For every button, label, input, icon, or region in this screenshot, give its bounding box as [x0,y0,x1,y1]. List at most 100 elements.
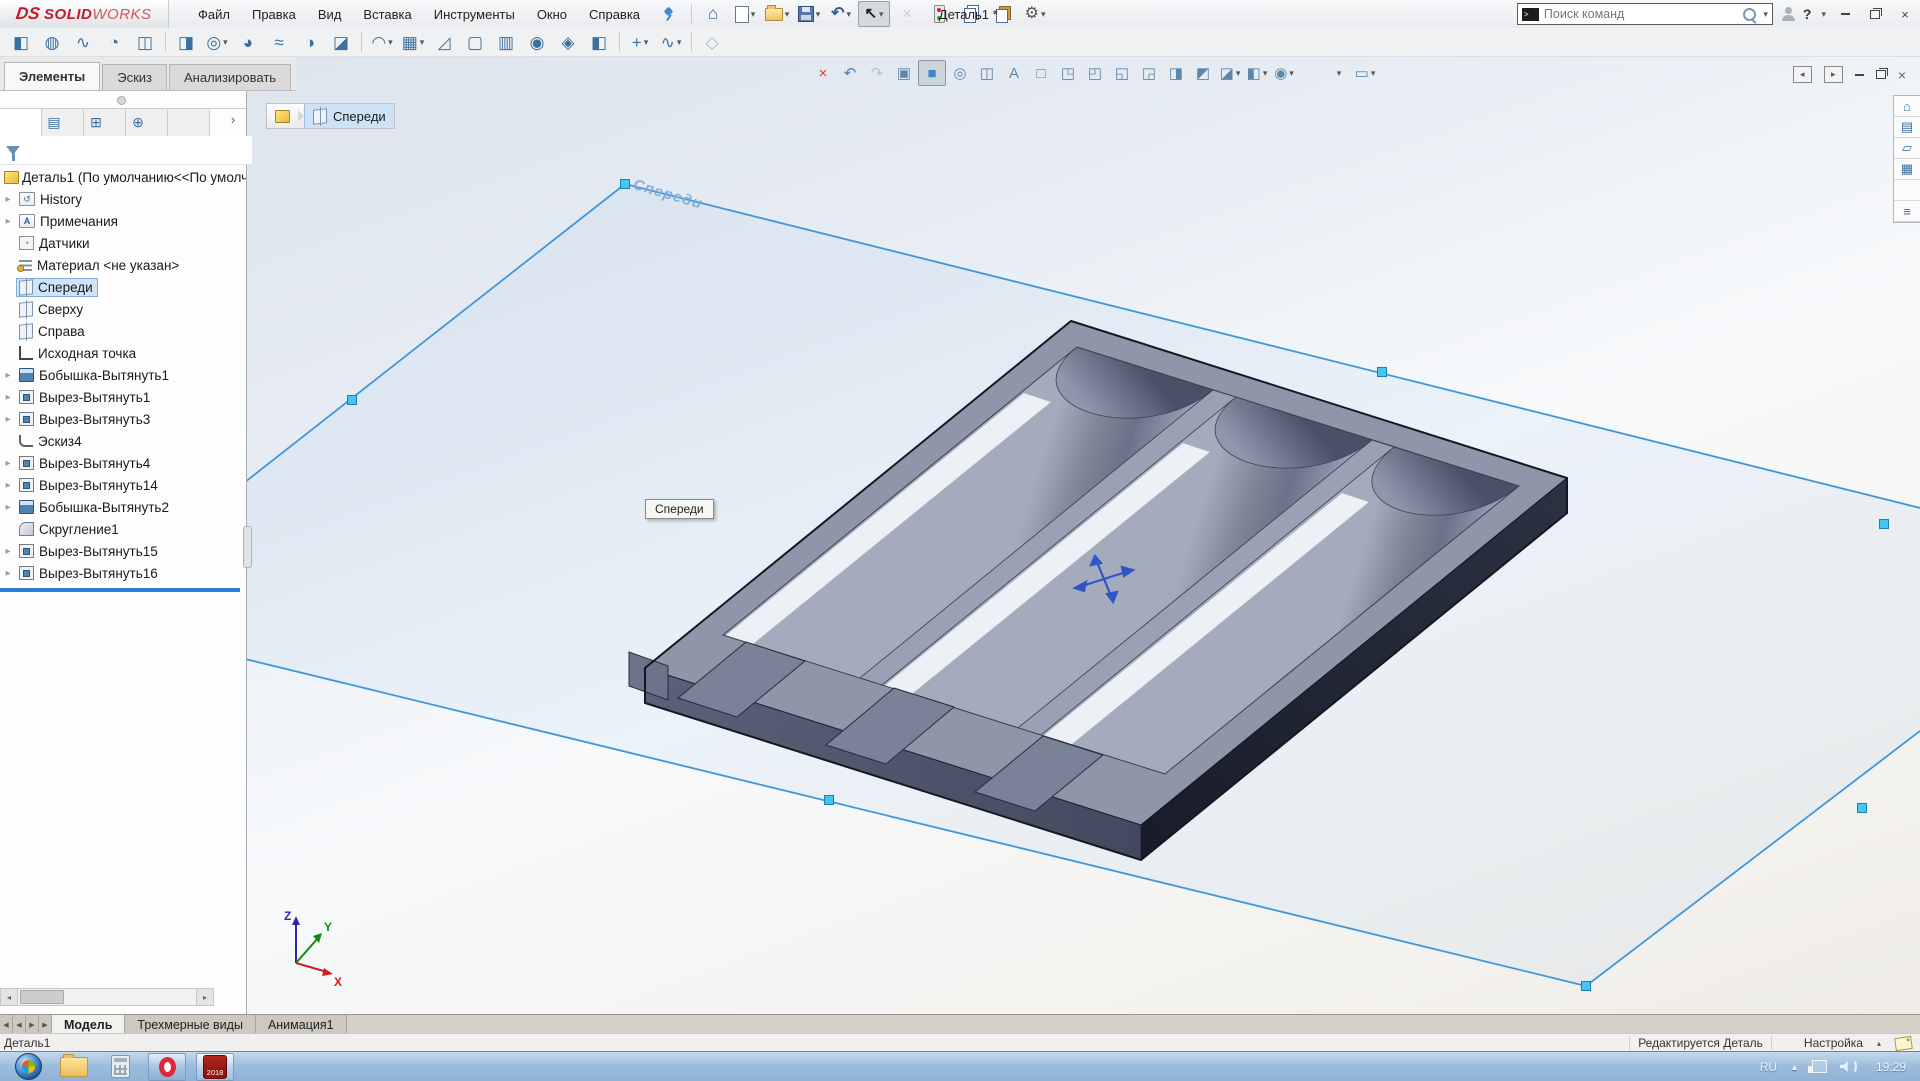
tree-item-annotations[interactable]: ▸ Примечания [0,210,246,232]
shaded-cube-icon[interactable]: ■▾ [918,60,946,86]
home-button[interactable]: ▾ [698,2,728,26]
tree-item-right-plane[interactable]: ▸ Справа [0,320,246,342]
graphics-area[interactable] [0,56,1920,1014]
tab-nav-prev[interactable]: ◀ [13,1015,26,1034]
tab-animation1[interactable]: Анимация1 [256,1015,347,1034]
tree-item-material[interactable]: ▸ Материал <не указан> [0,254,246,276]
view-left-icon[interactable]: ◰▾ [1082,61,1108,85]
scroll-left-icon[interactable]: ◂ [1,989,18,1005]
taskbar-calculator-icon[interactable] [102,1054,138,1080]
tab-3d-views[interactable]: Трехмерные виды [125,1015,256,1034]
view-right-icon[interactable]: ◱▾ [1109,61,1135,85]
taskpane-home-icon[interactable]: ⌂ [1894,96,1920,117]
tab-dimxpertmanager[interactable]: ⊕ [126,109,168,136]
minimize-button[interactable] [1834,5,1856,23]
extruded-boss-icon[interactable]: ◧▾ [6,30,36,54]
tree-item-cut-extrude1[interactable]: ▸ Вырез-Вытянуть1 [0,386,246,408]
restore-button[interactable] [1864,5,1886,23]
panel-splitter-handle[interactable] [117,96,126,105]
select-button[interactable]: ▾ [858,1,890,27]
expand-arrow-icon[interactable]: ▸ [0,458,16,469]
tree-item-cut-extrude3[interactable]: ▸ Вырез-Вытянуть3 [0,408,246,430]
dropdown-arrow-icon[interactable]: ▾ [223,37,228,48]
intersect-icon[interactable]: ◈▾ [553,30,583,54]
collapse-right-icon[interactable]: ▸ [1824,66,1843,83]
undo-button[interactable]: ▾ [826,2,856,26]
search-icon[interactable] [1743,8,1756,21]
breadcrumb-plane[interactable]: Спереди [304,104,394,128]
dropdown-arrow-icon[interactable]: ▾ [1041,9,1046,20]
scrollbar-thumb[interactable] [20,990,64,1004]
breadcrumb-part[interactable] [267,104,298,128]
expand-arrow-icon[interactable]: ▸ [0,216,16,227]
tree-item-cut-extrude16[interactable]: ▸ Вырез-Вытянуть16 [0,562,246,584]
tree-item-front-plane[interactable]: ▸ Спереди [0,276,246,298]
fillet-icon[interactable]: ◠▾ [367,30,397,54]
pin-menu-icon[interactable] [661,7,675,21]
tab-nav-next[interactable]: ▶ [26,1015,39,1034]
expand-arrow-icon[interactable]: ▸ [0,392,16,403]
draft-icon[interactable]: ◿▾ [429,30,459,54]
dropdown-arrow-icon[interactable]: ▾ [1371,68,1376,79]
annotation-view-icon[interactable]: A▾ [1001,61,1027,85]
scroll-right-icon[interactable]: ▸ [196,989,213,1005]
tab-nav-first[interactable]: ◀ [0,1015,13,1034]
taskpane-custom-properties-icon[interactable]: ≡ [1894,201,1920,222]
tree-item-origin[interactable]: ▸ Исходная точка [0,342,246,364]
tab-featuremanager[interactable] [0,109,42,136]
expand-arrow-icon[interactable]: ▸ [0,546,16,557]
menu-tools[interactable]: Инструменты [423,0,526,28]
panel-resize-grip[interactable] [243,526,252,568]
tab-evaluate[interactable]: Анализировать [169,64,291,90]
taskpane-appearances-icon[interactable] [1894,180,1920,201]
new-document-button[interactable]: ▾ [730,2,760,26]
lofted-cut-icon[interactable]: ◑▾ [295,30,325,54]
dropdown-arrow-icon[interactable]: ▾ [388,37,393,48]
doc-minimize-button[interactable] [1855,74,1864,76]
cancel-icon[interactable]: ×▾ [810,61,836,85]
tab-displaymanager[interactable] [168,109,210,136]
expand-arrow-icon[interactable]: ▸ [0,194,16,205]
language-indicator[interactable]: RU [1760,1060,1777,1074]
taskbar-opera-icon[interactable] [148,1053,186,1081]
hidden-icons-arrow[interactable]: ▲ [1790,1062,1799,1072]
tab-features[interactable]: Элементы [4,62,100,90]
tree-item-fillet1[interactable]: ▸ Скругление1 [0,518,246,540]
tree-item-sketch4[interactable]: ▸ Эскиз4 [0,430,246,452]
dropdown-arrow-icon[interactable]: ▾ [644,37,649,48]
status-customize-button[interactable]: Настройка [1804,1036,1863,1050]
revolved-boss-icon[interactable]: ◍▾ [37,30,67,54]
tree-item-top-plane[interactable]: ▸ Сверху [0,298,246,320]
customize-arrow-icon[interactable]: ▴ [1877,1039,1881,1048]
save-button[interactable]: ▾ [794,2,824,26]
options-button[interactable]: ▾ [1020,2,1050,26]
tab-nav-last[interactable]: ▶ [39,1015,52,1034]
menu-view[interactable]: Вид [307,0,353,28]
expand-arrow-icon[interactable]: ▸ [0,370,16,381]
expand-arrow-icon[interactable]: ▸ [0,480,16,491]
view-isometric-icon[interactable]: ◩▾ [1190,61,1216,85]
mirror-icon[interactable]: ◧▾ [584,30,614,54]
hide-show-items-icon[interactable]: ◉▾ [1271,61,1297,85]
expand-arrow-icon[interactable]: ▸ [0,568,16,579]
expand-arrow-icon[interactable]: ▸ [0,502,16,513]
clock[interactable]: 19:29 [1876,1060,1906,1074]
volume-icon[interactable] [1840,1059,1857,1074]
dropdown-arrow-icon[interactable]: ▾ [677,37,682,48]
wrap-icon[interactable]: ◉▾ [522,30,552,54]
curves-icon[interactable]: ∿▾ [656,30,686,54]
tab-sketch[interactable]: Эскиз [102,64,167,90]
doc-restore-button[interactable] [1876,70,1886,79]
revolved-cut-icon[interactable]: ◕▾ [233,30,263,54]
menu-window[interactable]: Окно [526,0,578,28]
rollback-bar[interactable] [0,588,240,592]
tree-item-cut-extrude15[interactable]: ▸ Вырез-Вытянуть15 [0,540,246,562]
dropdown-arrow-icon[interactable]: ▾ [1263,68,1268,79]
dropdown-arrow-icon[interactable]: ▾ [1236,68,1241,79]
view-back-icon[interactable]: ◳▾ [1055,61,1081,85]
menu-file[interactable]: Файл [187,0,241,28]
undo-icon[interactable]: ↶▾ [837,61,863,85]
dropdown-arrow-icon[interactable]: ▾ [751,9,756,20]
view-bottom-icon[interactable]: ◨▾ [1163,61,1189,85]
zoom-to-area-icon[interactable]: ◎▾ [947,61,973,85]
